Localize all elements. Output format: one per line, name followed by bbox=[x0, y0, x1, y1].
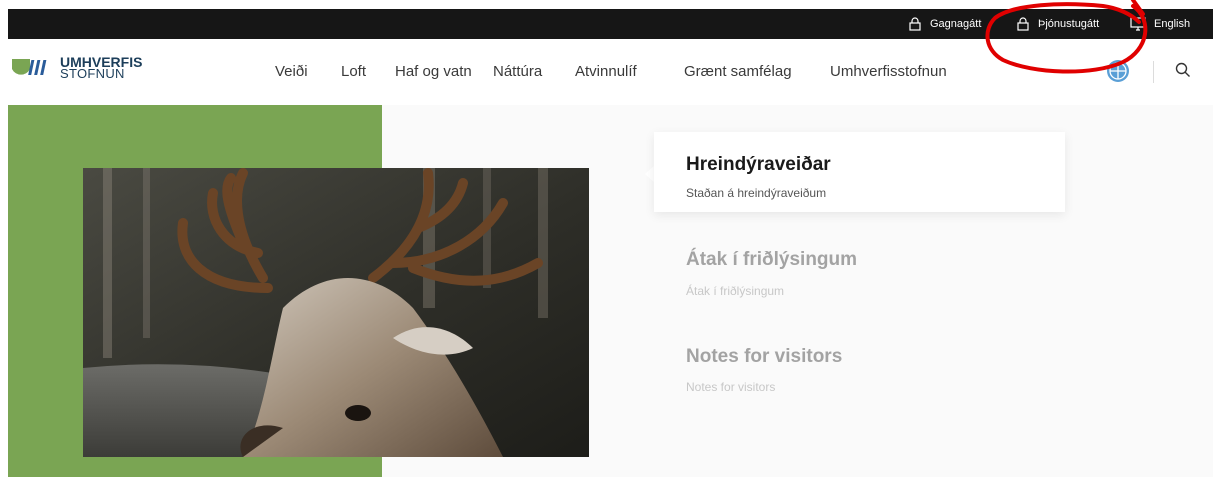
nav-item-nattura[interactable]: Náttúra bbox=[493, 63, 542, 80]
gagnagatt-link[interactable]: Gagnagátt bbox=[908, 9, 981, 39]
gagnagatt-label: Gagnagátt bbox=[930, 18, 982, 30]
thjonustugatt-link[interactable]: Þjónustugátt bbox=[1016, 9, 1099, 39]
slide-title-hreindyraveidar[interactable]: Hreindýraveiðar bbox=[686, 154, 831, 176]
monitor-icon bbox=[1130, 17, 1146, 31]
slide-subtitle-notes: Notes for visitors bbox=[686, 380, 776, 394]
nav-item-atvinnulif[interactable]: Atvinnulíf bbox=[575, 63, 637, 80]
nav-item-umhverfisstofnun[interactable]: Umhverfisstofnun bbox=[830, 63, 947, 80]
reindeer-photo bbox=[83, 168, 589, 457]
nav-divider bbox=[1153, 61, 1154, 83]
site-logo[interactable]: UMHVERFIS STOFNUN bbox=[10, 55, 142, 80]
english-link[interactable]: English bbox=[1130, 9, 1190, 39]
english-label: English bbox=[1154, 18, 1191, 30]
logo-wordmark: UMHVERFIS STOFNUN bbox=[60, 55, 142, 80]
slide-subtitle-atak: Átak í friðlýsingum bbox=[686, 284, 785, 298]
slide-title-atak[interactable]: Átak í friðlýsingum bbox=[686, 249, 857, 271]
thjonustugatt-label: Þjónustugátt bbox=[1038, 18, 1100, 30]
logo-mark-icon bbox=[12, 59, 47, 75]
nav-item-veidi[interactable]: Veiði bbox=[275, 63, 308, 80]
nav-item-haf-og-vatn[interactable]: Haf og vatn bbox=[395, 63, 472, 80]
nav-item-loft[interactable]: Loft bbox=[341, 63, 366, 80]
lock-icon bbox=[909, 17, 921, 31]
lock-icon bbox=[1017, 17, 1029, 31]
globe-icon[interactable] bbox=[1107, 60, 1129, 82]
active-slide-pointer bbox=[645, 166, 654, 182]
slide-subtitle-hreindyraveidar: Staðan á hreindýraveiðum bbox=[686, 186, 827, 200]
nav-item-graent-samfelag[interactable]: Grænt samfélag bbox=[684, 63, 792, 80]
search-icon[interactable] bbox=[1175, 62, 1191, 83]
slide-title-notes[interactable]: Notes for visitors bbox=[686, 346, 842, 368]
